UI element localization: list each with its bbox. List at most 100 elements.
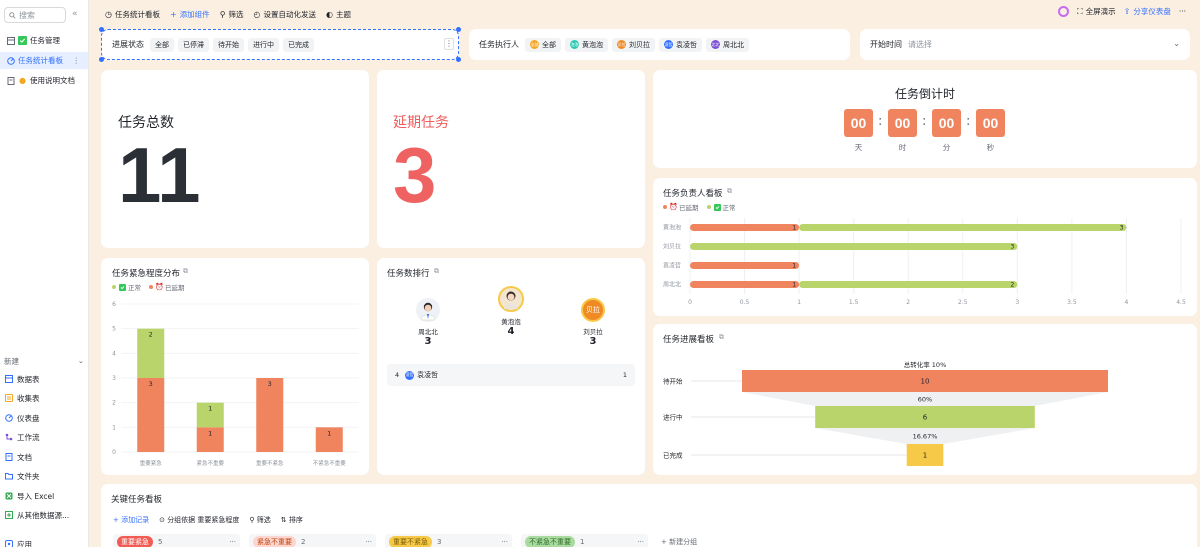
sort-button[interactable]: ⇅ 排序 [281, 515, 303, 525]
status-option[interactable]: 待开始 [213, 37, 244, 52]
new-form-item[interactable]: 收集表 [4, 390, 40, 406]
rank-count: 4 [507, 326, 515, 337]
fullscreen-button[interactable]: ⛶ 全屏演示 [1077, 6, 1116, 17]
start-time-filter[interactable]: 开始时间 请选择 ⌄ [860, 29, 1190, 60]
bar-segment [799, 281, 1018, 288]
rank-name: 周北北 [418, 328, 438, 336]
status-option[interactable]: 进行中 [248, 37, 279, 52]
total-tasks-value: 11 [118, 131, 201, 219]
new-group-button[interactable]: + 新建分组 [661, 537, 697, 547]
y-tick-label: 1 [112, 424, 116, 431]
sidebar-item-docs[interactable]: ● 使用说明文档 [0, 72, 88, 89]
import-datasource-item[interactable]: 从其他数据源... [4, 507, 69, 523]
new-item-label: 文档 [17, 452, 32, 462]
sidebar: 搜索 « 任务管理 任务统计看板 ⋮ ● 使用说明文档 新建 ⌄ 数据表 收集表 [0, 0, 89, 547]
status-filter[interactable]: 进展状态 全部 已停滞 待开始 进行中 已完成 ⋮ [99, 27, 461, 62]
new-table-item[interactable]: 数据表 [4, 371, 40, 387]
resize-handle[interactable] [99, 57, 104, 62]
sort-icon: ⇅ [280, 516, 289, 524]
resize-handle[interactable] [456, 57, 461, 62]
kanban-group-count: 1 [580, 538, 585, 546]
countdown-separator: : [966, 114, 971, 129]
collapse-sidebar-icon[interactable]: « [72, 9, 78, 19]
new-item-label: 应用 [17, 539, 32, 547]
kanban-group-count: 5 [158, 538, 163, 546]
dashboard-icon [6, 56, 15, 65]
theme-button[interactable]: ◐ 主题 [326, 9, 351, 20]
apps-item[interactable]: 应用 [4, 536, 32, 547]
countdown-title: 任务倒计时 [894, 87, 955, 101]
new-workflow-item[interactable]: 工作流 [4, 429, 40, 445]
sidebar-item-dashboard[interactable]: 任务统计看板 ⋮ [0, 52, 88, 69]
x-tick-label: 0.5 [740, 299, 750, 306]
avatar: 全部 [530, 40, 539, 49]
status-option[interactable]: 已完成 [283, 37, 314, 52]
filter-button[interactable]: ⚲ 筛选 [220, 9, 244, 20]
kanban-group[interactable]: 重要紧急 5 ··· [113, 534, 240, 547]
ranking-card: 任务数排行 ⧉ 黄泡泡 4 周北北 3 贝拉 刘贝拉 3 4 凌哲 袁凌哲 1 [377, 258, 645, 475]
kanban-group[interactable]: 紧急不重要 2 ··· [249, 534, 376, 547]
search-input[interactable]: 搜索 [4, 7, 66, 23]
funnel-stage-value: 6 [923, 414, 928, 422]
rank-second: 周北北 3 [398, 298, 458, 347]
bar-value-label: 3 [1120, 225, 1124, 232]
kanban-filter-button[interactable]: ⚲ 筛选 [249, 515, 270, 525]
assignee-option[interactable]: 贝拉 刘贝拉 [612, 37, 655, 52]
import-excel-item[interactable]: 导入 Excel [4, 488, 54, 504]
assignee-name: 袁凌哲 [676, 40, 697, 49]
resize-handle[interactable] [456, 27, 461, 32]
more-icon[interactable]: ··· [637, 538, 644, 546]
bar-value-label: 1 [792, 282, 796, 289]
more-icon[interactable]: ··· [229, 538, 236, 546]
x-tick-label: 3 [1015, 299, 1019, 306]
assignee-option[interactable]: 泡泡 黄泡泡 [565, 37, 608, 52]
new-item-label: 工作流 [17, 432, 40, 442]
filter-label: 筛选 [228, 9, 244, 19]
avatar: 贝拉 [617, 40, 626, 49]
widget-more-icon[interactable]: ⋮ [444, 38, 454, 50]
kanban-group-tag: 紧急不重要 [253, 536, 296, 547]
y-tick-label: 4 [112, 350, 116, 357]
assignee-option[interactable]: 凌哲 袁凌哲 [659, 37, 702, 52]
dashboard-icon [4, 414, 13, 423]
more-icon[interactable]: ··· [501, 538, 508, 546]
copy-icon[interactable]: ⧉ [434, 267, 439, 276]
rank-first: 黄泡泡 4 [481, 286, 541, 337]
new-section-header[interactable]: 新建 ⌄ [4, 356, 84, 367]
kanban-group-count: 2 [301, 538, 306, 546]
resize-handle[interactable] [99, 27, 104, 32]
kanban-group[interactable]: 不紧急不重要 1 ··· [521, 534, 648, 547]
add-record-button[interactable]: + 添加记录 [113, 515, 149, 525]
status-option[interactable]: 全部 [150, 37, 174, 52]
share-button[interactable]: ⇪ 分享仪表盘 [1124, 6, 1171, 17]
automation-button[interactable]: ◴ 设置自动化发送 [254, 9, 316, 20]
rank-name: 袁凌哲 [417, 371, 439, 379]
more-icon[interactable]: ··· [365, 538, 372, 546]
assignee-chart-card: 任务负责人看板 ⧉ ⏰ 已延期 正常 0 0.5 1 1.5 2 2.5 3 3.5 4 4.5 黄… [653, 178, 1197, 316]
more-icon[interactable]: ··· [1179, 7, 1186, 16]
bar-value-label: 1 [792, 263, 796, 270]
clock-icon: ◴ [253, 9, 261, 19]
assignee-option[interactable]: 北北 周北北 [706, 37, 749, 52]
countdown-days: 00 [844, 109, 873, 137]
kanban-group[interactable]: 重要不紧急 3 ··· [385, 534, 512, 547]
kanban-groups: 重要紧急 5 ··· 紧急不重要 2 ··· 重要不紧急 3 ··· 不紧急不重要 1 ··· + 新建… [113, 534, 697, 547]
new-dashboard-item[interactable]: 仪表盘 [4, 410, 40, 426]
group-by-button[interactable]: ⊙ 分组依据 重要紧急程度 [159, 515, 239, 525]
new-folder-item[interactable]: 文件夹 [4, 468, 40, 484]
add-widget-button[interactable]: + 添加组件 [170, 9, 210, 20]
countdown-unit: 秒 [986, 143, 995, 152]
bar-segment [137, 378, 165, 452]
y-tick-label: 0 [112, 449, 116, 456]
status-option[interactable]: 已停滞 [178, 37, 209, 52]
sidebar-item-task-management[interactable]: 任务管理 [0, 32, 88, 49]
filter-icon: ⚲ [249, 516, 257, 524]
ai-assistant-icon[interactable] [1058, 6, 1070, 17]
bar-segment [690, 243, 1018, 250]
new-doc-item[interactable]: 文档 [4, 449, 32, 465]
assignee-filter[interactable]: 任务执行人 全部 全部 泡泡 黄泡泡 贝拉 刘贝拉 凌哲 袁凌哲 北北 周北北 [469, 29, 850, 60]
more-icon[interactable]: ⋮ [73, 56, 81, 65]
bar-value-label: 3 [268, 380, 272, 388]
assignee-option[interactable]: 全部 全部 [525, 37, 561, 52]
plus-icon: + [113, 516, 122, 524]
